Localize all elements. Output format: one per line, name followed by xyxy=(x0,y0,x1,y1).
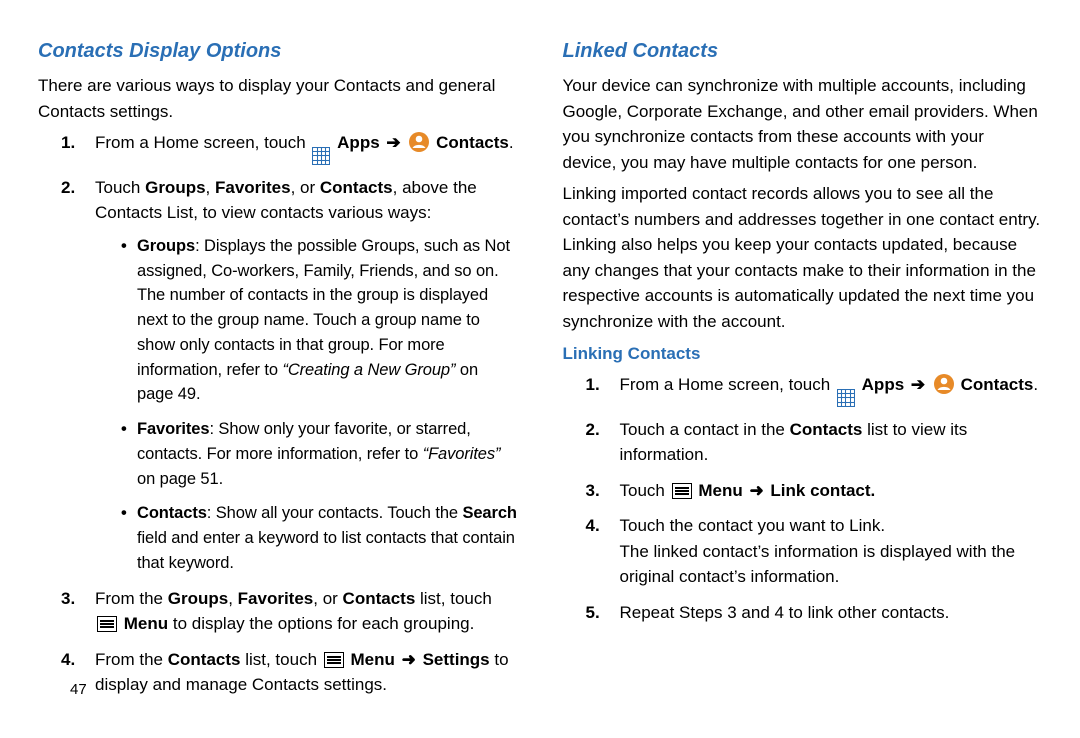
right-step-5: 5. Repeat Steps 3 and 4 to link other co… xyxy=(598,600,1043,626)
menu-icon xyxy=(324,652,344,668)
step-number: 1. xyxy=(586,372,600,398)
text: From the xyxy=(95,650,168,669)
right-p2: Linking imported contact records allows … xyxy=(563,181,1043,334)
bold: Groups xyxy=(168,589,228,608)
text: : Displays the possible Groups, such as … xyxy=(137,237,510,379)
period: . xyxy=(1033,375,1038,394)
menu-label: Menu xyxy=(350,650,394,669)
menu-icon xyxy=(97,616,117,632)
left-intro: There are various ways to display your C… xyxy=(38,73,518,124)
bold: Favorites xyxy=(137,420,209,438)
bullet-groups: Groups: Displays the possible Groups, su… xyxy=(119,234,518,407)
step-number: 4. xyxy=(586,513,600,539)
text: list, touch xyxy=(240,650,321,669)
right-subtitle: Linking Contacts xyxy=(563,344,1043,364)
text: list, touch xyxy=(415,589,492,608)
right-title: Linked Contacts xyxy=(563,40,1043,63)
step-number: 3. xyxy=(586,478,600,504)
text: to display the options for each grouping… xyxy=(168,614,474,633)
contacts-icon xyxy=(934,374,954,394)
bold: Groups xyxy=(145,178,205,197)
right-step-2: 2. Touch a contact in the Contacts list … xyxy=(598,417,1043,468)
bold: Search xyxy=(462,504,516,522)
arrow-icon: ➜ xyxy=(745,481,769,500)
text: , xyxy=(206,178,215,197)
step-number: 2. xyxy=(586,417,600,443)
left-title: Contacts Display Options xyxy=(38,40,518,63)
text: field and enter a keyword to list contac… xyxy=(137,529,515,572)
left-step-3: 3. From the Groups, Favorites, or Contac… xyxy=(73,586,518,637)
text: The linked contact’s information is disp… xyxy=(620,542,1016,587)
reference: “Creating a New Group” xyxy=(282,361,455,379)
page-number: 47 xyxy=(70,681,87,698)
menu-label: Menu xyxy=(124,614,168,633)
link-contact-label: Link contact xyxy=(770,481,870,500)
text: : Show all your contacts. Touch the xyxy=(207,504,463,522)
contacts-label: Contacts xyxy=(436,133,509,152)
reference: “Favorites” xyxy=(423,445,501,463)
menu-icon xyxy=(672,483,692,499)
step-number: 1. xyxy=(61,130,75,156)
left-column: Contacts Display Options There are vario… xyxy=(38,40,518,708)
right-p1: Your device can synchronize with multipl… xyxy=(563,73,1043,175)
step-number: 4. xyxy=(61,647,75,673)
bold: Contacts xyxy=(137,504,207,522)
menu-label: Menu xyxy=(698,481,742,500)
apps-icon xyxy=(837,389,855,407)
text: on page 51. xyxy=(137,470,223,488)
left-steps: 1. From a Home screen, touch Apps ➔ xyxy=(38,130,518,698)
period: . xyxy=(509,133,514,152)
text: From the xyxy=(95,589,168,608)
left-step-2: 2. Touch Groups, Favorites, or Contacts,… xyxy=(73,175,518,576)
contacts-label: Contacts xyxy=(961,375,1034,394)
text: , or xyxy=(313,589,342,608)
text: Touch the contact you want to Link. xyxy=(620,516,886,535)
bold: Contacts xyxy=(790,420,863,439)
text: Touch xyxy=(95,178,145,197)
bold: Favorites xyxy=(238,589,314,608)
bold: Favorites xyxy=(215,178,291,197)
arrow-icon: ➔ xyxy=(911,375,925,394)
period: . xyxy=(871,481,876,500)
left-step-1: 1. From a Home screen, touch Apps ➔ xyxy=(73,130,518,165)
right-step-3: 3. Touch Menu ➜ Link contact. xyxy=(598,478,1043,504)
left-step-4: 4. From the Contacts list, touch Menu ➜ … xyxy=(73,647,518,698)
text: Touch xyxy=(620,481,670,500)
settings-label: Settings xyxy=(423,650,490,669)
apps-icon xyxy=(312,147,330,165)
bold: Contacts xyxy=(343,589,416,608)
contacts-icon xyxy=(409,132,429,152)
bold: Contacts xyxy=(320,178,393,197)
bold: Contacts xyxy=(168,650,241,669)
step-number: 5. xyxy=(586,600,600,626)
text: , or xyxy=(291,178,320,197)
bullet-contacts: Contacts: Show all your contacts. Touch … xyxy=(119,501,518,575)
step-number: 2. xyxy=(61,175,75,201)
arrow-icon: ➔ xyxy=(386,133,400,152)
right-column: Linked Contacts Your device can synchron… xyxy=(563,40,1043,708)
text: , xyxy=(228,589,237,608)
step-number: 3. xyxy=(61,586,75,612)
text: Touch a contact in the xyxy=(620,420,790,439)
right-steps: 1. From a Home screen, touch Apps ➔ xyxy=(563,372,1043,625)
page-columns: Contacts Display Options There are vario… xyxy=(0,0,1080,738)
bullet-favorites: Favorites: Show only your favorite, or s… xyxy=(119,417,518,491)
arrow-icon: ➜ xyxy=(397,650,421,669)
text: From a Home screen, touch xyxy=(95,133,310,152)
text: Repeat Steps 3 and 4 to link other conta… xyxy=(620,603,950,622)
left-step2-bullets: Groups: Displays the possible Groups, su… xyxy=(119,234,518,576)
page-outer: Contacts Display Options There are vario… xyxy=(0,0,1080,720)
bold: Groups xyxy=(137,237,195,255)
apps-label: Apps xyxy=(862,375,905,394)
text: From a Home screen, touch xyxy=(620,375,835,394)
apps-label: Apps xyxy=(337,133,380,152)
right-step-1: 1. From a Home screen, touch Apps ➔ xyxy=(598,372,1043,407)
right-step-4: 4. Touch the contact you want to Link. T… xyxy=(598,513,1043,590)
